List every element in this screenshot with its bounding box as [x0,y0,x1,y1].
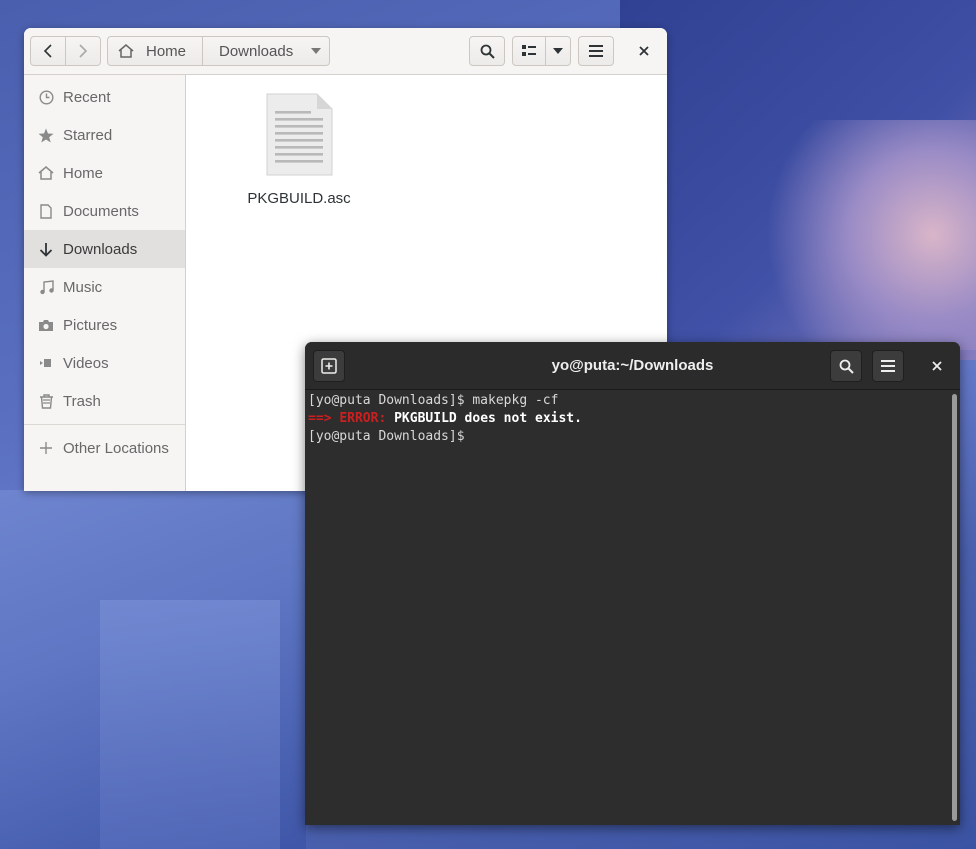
sidebar-item-pictures[interactable]: Pictures [24,306,185,344]
sidebar-item-label: Recent [63,88,111,106]
search-button[interactable] [830,350,862,382]
sidebar-item-label: Home [63,164,104,182]
document-icon [38,203,54,219]
sidebar-item-label: Music [63,278,103,296]
files-headerbar: Home Downloads [24,28,667,75]
breadcrumb-downloads[interactable]: Downloads [202,36,330,66]
chevron-right-icon [78,44,88,58]
terminal-error-line: ==> ERROR: PKGBUILD does not exist. [308,410,945,428]
close-button[interactable] [629,36,659,66]
sidebar-item-documents[interactable]: Documents [24,192,185,230]
music-icon [38,279,54,295]
sidebar-item-label: Documents [63,202,139,220]
trash-icon [38,393,54,409]
terminal-line: [yo@puta Downloads]$ makepkg -cf [308,393,559,408]
home-icon [38,165,54,181]
sidebar-item-label: Trash [63,392,101,410]
forward-button[interactable] [65,36,101,66]
sidebar-separator [24,424,185,425]
breadcrumb-home-label: Home [146,42,187,60]
plus-icon [38,440,54,456]
sidebar-item-videos[interactable]: Videos [24,344,185,382]
error-message: PKGBUILD does not exist. [394,411,582,426]
text-file-icon [265,93,333,177]
search-icon [839,359,854,374]
sidebar-item-recent[interactable]: Recent [24,78,185,116]
terminal-prompt-line: [yo@puta Downloads]$ [308,429,473,444]
sidebar-item-label: Starred [63,126,113,144]
terminal-window: yo@puta:~/Downloads [yo@puta Downloads]$… [305,342,960,825]
chevron-down-icon [311,48,322,54]
home-icon [118,44,134,58]
clock-icon [38,89,54,105]
chevron-left-icon [43,44,53,58]
sidebar-item-label: Pictures [63,316,118,334]
error-label: ERROR: [339,411,387,426]
error-arrow: ==> [308,411,332,426]
sidebar-item-starred[interactable]: Starred [24,116,185,154]
wallpaper-glow [760,120,976,350]
terminal-scrollbar[interactable] [952,394,957,821]
search-button[interactable] [469,36,505,66]
star-icon [38,127,54,143]
close-icon [932,361,942,371]
list-view-icon [522,45,536,57]
hamburger-icon [589,45,603,57]
close-icon [639,46,649,56]
wallpaper-shape [100,600,280,849]
new-tab-button[interactable] [313,350,345,382]
menu-button[interactable] [872,350,904,382]
search-icon [480,44,495,59]
breadcrumb-downloads-label: Downloads [219,42,294,60]
view-mode-button[interactable] [512,36,546,66]
back-button[interactable] [30,36,66,66]
download-icon [38,241,54,257]
chevron-down-icon [553,48,563,54]
view-options-dropdown[interactable] [545,36,571,66]
sidebar-item-downloads[interactable]: Downloads [24,230,185,268]
video-icon [38,355,54,371]
sidebar-item-label: Downloads [63,240,138,258]
sidebar-item-label: Other Locations [63,439,169,457]
file-item[interactable]: PKGBUILD.asc [244,93,354,207]
close-button[interactable] [923,350,951,382]
terminal-headerbar: yo@puta:~/Downloads [305,342,960,390]
menu-button[interactable] [578,36,614,66]
terminal-output[interactable]: [yo@puta Downloads]$ makepkg -cf ==> ERR… [305,390,948,825]
sidebar-item-home[interactable]: Home [24,154,185,192]
sidebar-item-label: Videos [63,354,109,372]
sidebar-item-music[interactable]: Music [24,268,185,306]
camera-icon [38,317,54,333]
places-sidebar: Recent Starred Home Documents Downloads … [24,75,186,491]
hamburger-icon [881,360,895,372]
file-name: PKGBUILD.asc [247,190,351,207]
sidebar-item-other-locations[interactable]: Other Locations [24,429,185,467]
sidebar-item-trash[interactable]: Trash [24,382,185,420]
breadcrumb-home[interactable]: Home [107,36,203,66]
new-tab-icon [321,358,337,374]
